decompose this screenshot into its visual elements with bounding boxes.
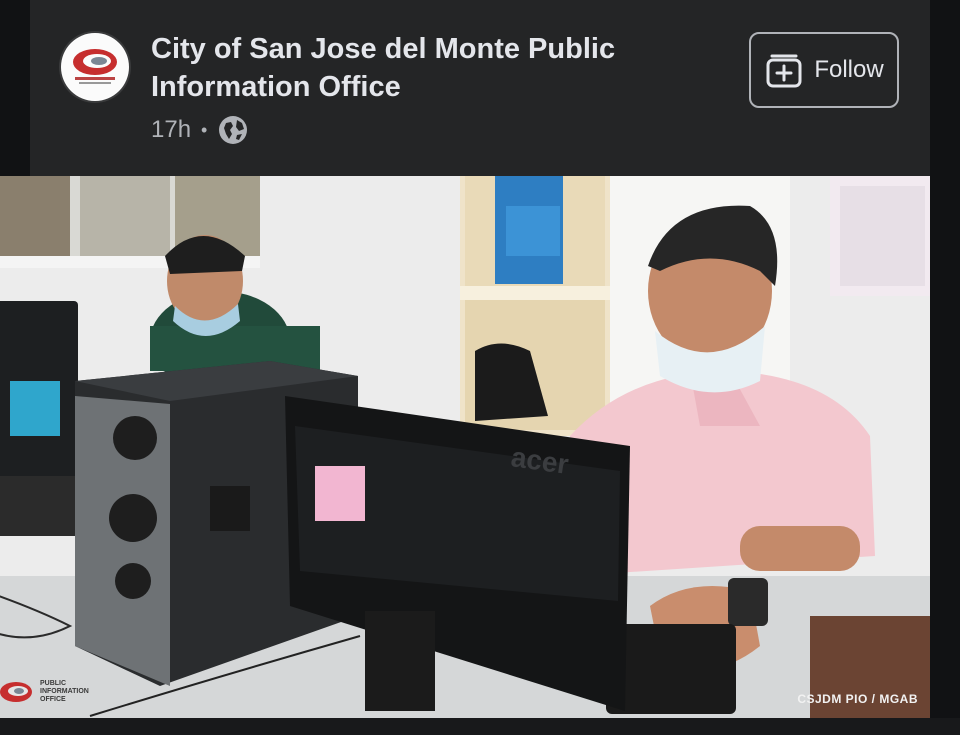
- post-time[interactable]: 17h: [151, 116, 191, 144]
- page-title[interactable]: City of San Jose del Monte Public Inform…: [151, 30, 711, 106]
- add-page-icon: [766, 54, 802, 88]
- photo-credit: CSJDM PIO / MGAB: [797, 692, 918, 706]
- office-photo: acer: [0, 176, 930, 718]
- follow-button[interactable]: Follow: [749, 32, 899, 108]
- watermark-line-1: PUBLIC: [40, 680, 67, 687]
- post-meta: 17h •: [151, 114, 249, 146]
- post-frame: City of San Jose del Monte Public Inform…: [0, 0, 960, 735]
- page-avatar[interactable]: [61, 33, 129, 101]
- post-photo[interactable]: acer PUBLIC INFORMATION OFFICE CSJDM PIO…: [0, 176, 930, 718]
- bottom-bar: [0, 718, 960, 735]
- pio-logo: [62, 34, 128, 100]
- post-header: City of San Jose del Monte Public Inform…: [30, 0, 930, 176]
- watermark-line-3: OFFICE: [40, 696, 66, 703]
- watermark-line-2: INFORMATION: [40, 688, 89, 695]
- right-edge: [930, 0, 960, 735]
- pio-watermark: PUBLIC INFORMATION OFFICE: [0, 680, 89, 704]
- pio-watermark-logo: [0, 682, 32, 702]
- follow-label: Follow: [814, 56, 884, 83]
- globe-icon: [219, 116, 248, 144]
- meta-separator: •: [201, 119, 208, 140]
